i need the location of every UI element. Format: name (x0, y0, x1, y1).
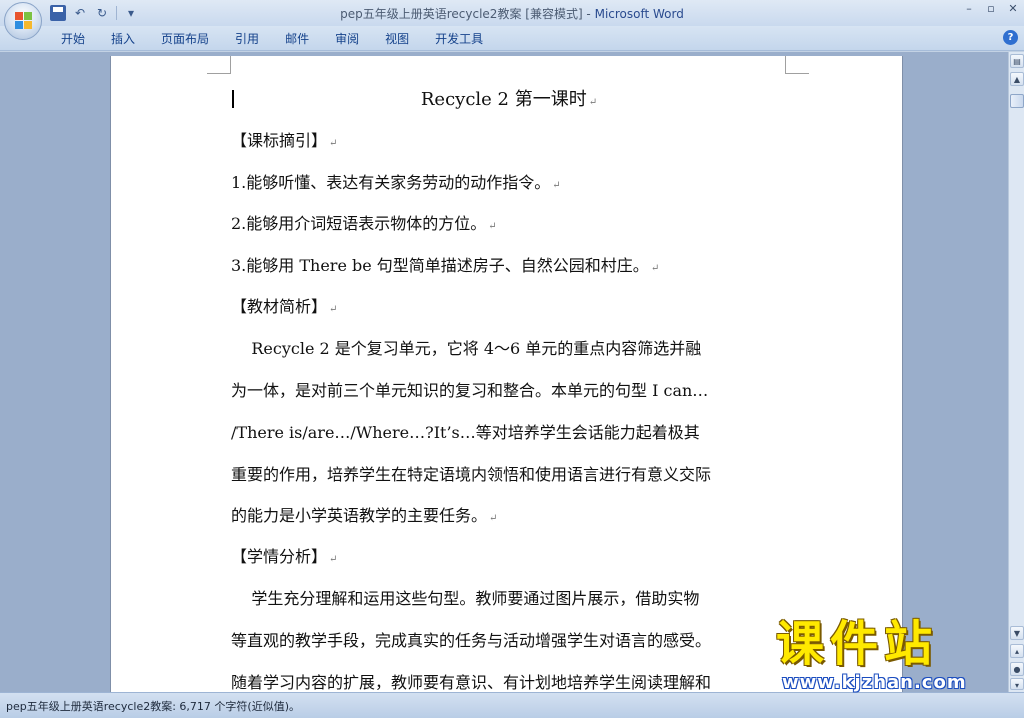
watermark-title: 课件站 (776, 616, 939, 672)
doc-line-text: Recycle 2 是个复习单元，它将 4～6 单元的重点内容筛选并融 (231, 339, 702, 358)
next-page-icon[interactable]: ▾ (1010, 678, 1024, 690)
window-title: pep五年级上册英语recycle2教案 [兼容模式] - Microsoft … (0, 5, 1024, 22)
ribbon-tab-bar: 开始 插入 页面布局 引用 邮件 审阅 视图 开发工具 ? (0, 26, 1024, 51)
doc-line: 重要的作用，培养学生在特定语境内领悟和使用语言进行有意义交际 (231, 465, 711, 485)
doc-line: 【课标摘引】 ↵ (231, 131, 337, 154)
doc-line-text: 【教材简析】 (231, 297, 328, 316)
doc-line-text: 重要的作用，培养学生在特定语境内领悟和使用语言进行有意义交际 (231, 465, 712, 484)
doc-line: 等直观的教学手段，完成真实的任务与活动增强学生对语言的感受。 (231, 631, 711, 651)
document-page[interactable]: Recycle 2 第一课时 ↵ 【课标摘引】 ↵ 1.能够听懂、表达有关家务劳动的… (110, 56, 903, 692)
doc-line-text: 【学情分析】 (231, 547, 328, 566)
previous-page-icon[interactable]: ▴ (1010, 644, 1024, 658)
close-icon[interactable]: ✕ (1006, 2, 1020, 16)
paragraph-mark-icon: ↵ (588, 97, 598, 108)
doc-line-text: 3.能够用 There be 句型简单描述房子、自然公园和村庄。 (231, 256, 649, 275)
margin-corner-right (785, 56, 809, 74)
scroll-down-icon[interactable]: ▼ (1010, 626, 1024, 640)
office-logo-icon (15, 12, 33, 30)
tab-page-layout[interactable]: 页面布局 (148, 31, 222, 47)
tab-developer[interactable]: 开发工具 (422, 31, 496, 47)
document-workspace: Recycle 2 第一课时 ↵ 【课标摘引】 ↵ 1.能够听懂、表达有关家务劳动的… (0, 52, 1008, 692)
help-icon[interactable]: ? (1003, 30, 1018, 45)
tab-mailings[interactable]: 邮件 (272, 31, 322, 47)
doc-line-text: /There is/are…/Where…?It’s…等对培养学生会话能力起着极… (231, 423, 700, 442)
doc-line: Recycle 2 是个复习单元，它将 4～6 单元的重点内容筛选并融 (231, 339, 701, 359)
doc-line: 随着学习内容的扩展，教师要有意识、有计划地培养学生阅读理解和 (231, 673, 711, 692)
doc-title: Recycle 2 第一课时 ↵ (231, 90, 787, 113)
doc-line-text: 的能力是小学英语教学的主要任务。 (231, 506, 488, 525)
margin-corner-left (207, 56, 231, 74)
scroll-thumb[interactable] (1010, 94, 1024, 108)
tab-insert[interactable]: 插入 (98, 31, 148, 47)
doc-line: 2.能够用介词短语表示物体的方位。 ↵ (231, 214, 497, 237)
title-bar: ↶ ↻ ▾ pep五年级上册英语recycle2教案 [兼容模式] - Micr… (0, 0, 1024, 26)
watermark-url: www.kjzhan.com (782, 672, 967, 693)
doc-line: 【学情分析】 ↵ (231, 547, 337, 570)
vertical-scrollbar[interactable]: ▤ ▲ ▼ ▴ ● ▾ (1008, 52, 1024, 692)
tab-view[interactable]: 视图 (372, 31, 422, 47)
tab-review[interactable]: 审阅 (322, 31, 372, 47)
doc-line: 为一体，是对前三个单元知识的复习和整合。本单元的句型 I can… (231, 381, 708, 401)
doc-title-text: Recycle 2 第一课时 (420, 89, 587, 110)
ruler-toggle-icon[interactable]: ▤ (1010, 54, 1024, 68)
restore-icon[interactable]: ▫ (984, 2, 998, 16)
paragraph-mark-icon: ↵ (552, 180, 561, 191)
doc-line-text: 学生充分理解和运用这些句型。教师要通过图片展示，借助实物 (231, 589, 700, 608)
doc-line-text: 为一体，是对前三个单元知识的复习和整合。本单元的句型 I can… (231, 381, 709, 400)
doc-line: 【教材简析】 ↵ (231, 297, 337, 320)
window-title-doc: pep五年级上册英语recycle2教案 [兼容模式] - (340, 7, 595, 21)
minimize-icon[interactable]: – (962, 2, 976, 16)
status-word-count[interactable]: pep五年级上册英语recycle2教案: 6,717 个字符(近似值)。 (6, 698, 300, 714)
doc-line-text: 等直观的教学手段，完成真实的任务与活动增强学生对语言的感受。 (231, 631, 712, 650)
doc-line: 3.能够用 There be 句型简单描述房子、自然公园和村庄。 ↵ (231, 256, 659, 279)
paragraph-mark-icon: ↵ (329, 304, 338, 315)
paragraph-mark-icon: ↵ (329, 554, 338, 565)
select-browse-object-icon[interactable]: ● (1010, 662, 1024, 676)
watermark-logo: 课件站 www.kjzhan.com (776, 616, 1006, 696)
doc-line-text: 1.能够听懂、表达有关家务劳动的动作指令。 (231, 173, 551, 192)
tab-home[interactable]: 开始 (48, 31, 98, 47)
office-button[interactable] (4, 2, 42, 40)
doc-line: /There is/are…/Where…?It’s…等对培养学生会话能力起着极… (231, 423, 700, 443)
doc-line: 的能力是小学英语教学的主要任务。 ↵ (231, 506, 497, 529)
paragraph-mark-icon: ↵ (329, 138, 338, 149)
ribbon-tabs: 开始 插入 页面布局 引用 邮件 审阅 视图 开发工具 (48, 31, 496, 47)
tab-references[interactable]: 引用 (222, 31, 272, 47)
window-title-app: Microsoft Word (594, 7, 684, 21)
doc-line-text: 随着学习内容的扩展，教师要有意识、有计划地培养学生阅读理解和 (231, 673, 712, 692)
doc-line-text: 【课标摘引】 (231, 131, 328, 150)
window-controls: – ▫ ✕ (962, 2, 1020, 16)
doc-line: 学生充分理解和运用这些句型。教师要通过图片展示，借助实物 (231, 589, 699, 609)
paragraph-mark-icon: ↵ (650, 263, 660, 274)
scroll-up-icon[interactable]: ▲ (1010, 72, 1024, 86)
paragraph-mark-icon: ↵ (489, 513, 498, 524)
doc-line: 1.能够听懂、表达有关家务劳动的动作指令。 ↵ (231, 173, 561, 196)
doc-line-text: 2.能够用介词短语表示物体的方位。 (231, 214, 487, 233)
paragraph-mark-icon: ↵ (488, 221, 497, 232)
